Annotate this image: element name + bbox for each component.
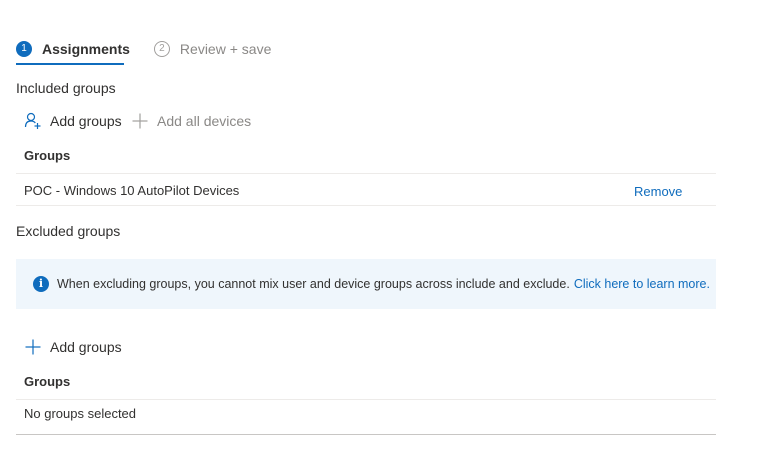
assignments-page: 1 Assignments 2 Review + save Included g… xyxy=(0,0,757,474)
divider xyxy=(16,173,716,174)
plus-icon xyxy=(131,112,149,130)
info-message: When excluding groups, you cannot mix us… xyxy=(57,277,570,291)
info-icon: i xyxy=(33,276,49,292)
exclude-info-bar: i When excluding groups, you cannot mix … xyxy=(16,259,716,309)
active-tab-indicator xyxy=(16,63,124,65)
add-all-devices-label: Add all devices xyxy=(157,113,252,129)
excluded-groups-column-header: Groups xyxy=(24,374,71,389)
included-groups-column-header: Groups xyxy=(24,148,71,163)
learn-more-link[interactable]: Click here to learn more. xyxy=(574,277,710,291)
tab-review-save-label: Review + save xyxy=(179,41,272,57)
include-add-groups-label: Add groups xyxy=(50,113,122,129)
exclude-add-groups-label: Add groups xyxy=(50,339,122,355)
step-number-badge: 2 xyxy=(153,41,170,57)
divider xyxy=(16,205,716,206)
add-user-icon xyxy=(24,112,42,130)
tab-assignments-label: Assignments xyxy=(42,41,130,57)
include-add-groups-button[interactable]: Add groups xyxy=(24,112,122,130)
tab-review-save[interactable]: 2 Review + save xyxy=(153,38,272,60)
included-group-name: POC - Windows 10 AutoPilot Devices xyxy=(24,183,240,198)
excluded-groups-title: Excluded groups xyxy=(16,223,121,239)
divider xyxy=(16,399,716,400)
add-all-devices-button[interactable]: Add all devices xyxy=(131,112,251,130)
remove-group-link[interactable]: Remove xyxy=(634,184,682,199)
exclude-add-groups-button[interactable]: Add groups xyxy=(24,338,122,356)
included-groups-title: Included groups xyxy=(16,80,116,96)
tab-assignments[interactable]: 1 Assignments xyxy=(16,38,130,60)
no-groups-text: No groups selected xyxy=(24,406,137,421)
divider xyxy=(16,434,716,435)
plus-icon xyxy=(24,338,42,356)
step-number-badge: 1 xyxy=(16,41,32,57)
